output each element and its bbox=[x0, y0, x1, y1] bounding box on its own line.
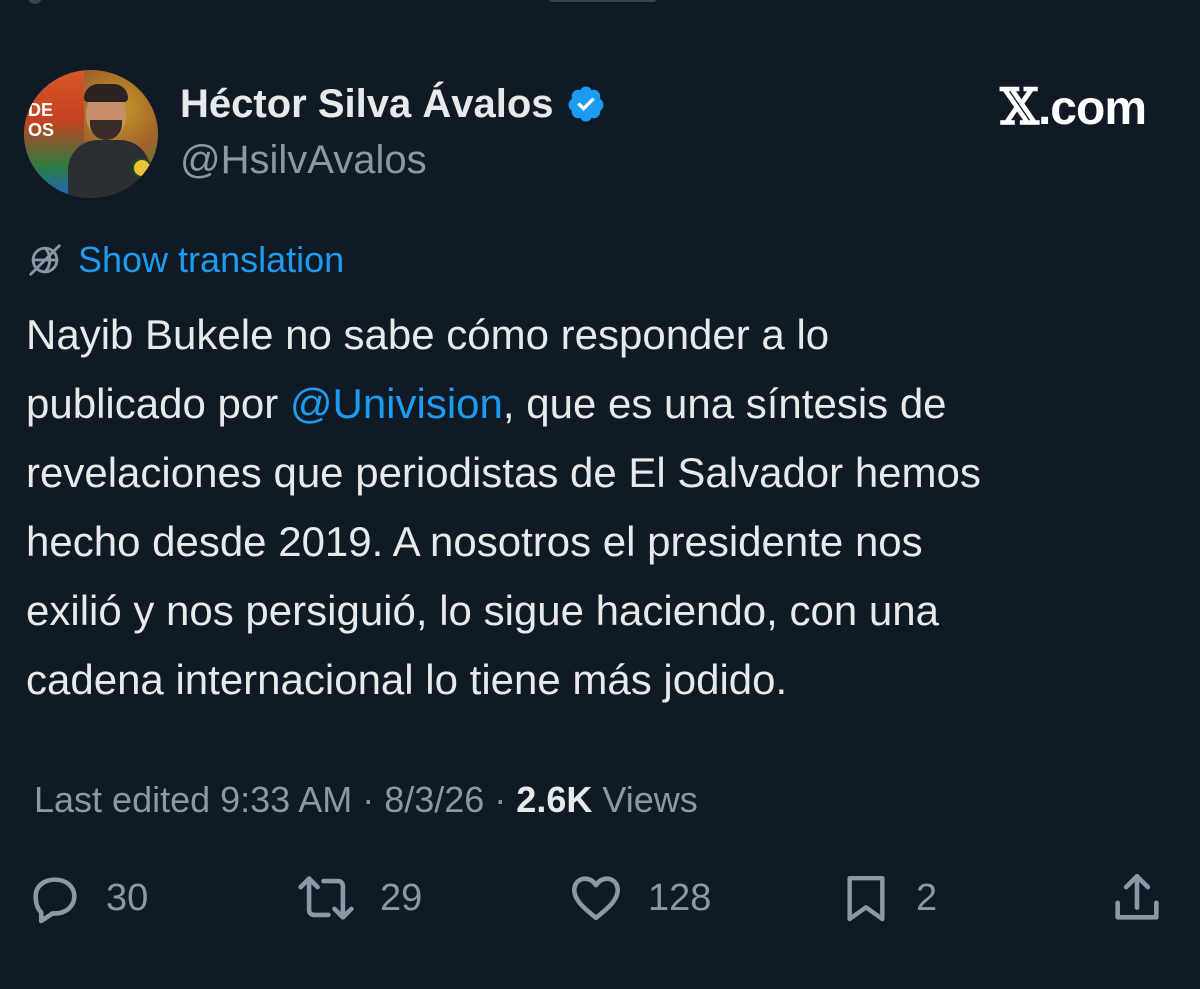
like-count: 128 bbox=[648, 877, 712, 919]
reply-button[interactable]: 30 bbox=[26, 866, 148, 930]
x-logo-icon: 𝕏 bbox=[1000, 77, 1039, 136]
repost-button[interactable]: 29 bbox=[294, 866, 422, 930]
globe-slash-icon bbox=[29, 244, 61, 276]
x-domain-suffix: .com bbox=[1037, 82, 1147, 135]
x-com-watermark: 𝕏.com bbox=[1000, 77, 1147, 136]
previous-text-fragment bbox=[548, 0, 658, 2]
avatar-banner-text: DE OS bbox=[28, 100, 55, 140]
views-label: Views bbox=[592, 779, 698, 820]
author-display-name[interactable]: Héctor Silva Ávalos bbox=[180, 80, 554, 128]
action-bar: 30 29 128 2 bbox=[0, 866, 1200, 930]
previous-icon-fragment bbox=[28, 0, 42, 4]
mention-link[interactable]: @Univision bbox=[290, 380, 503, 427]
repost-count: 29 bbox=[380, 877, 423, 919]
bookmark-button[interactable]: 2 bbox=[838, 866, 937, 930]
previous-content-edge bbox=[0, 0, 1200, 6]
avatar[interactable]: DE OS bbox=[24, 70, 158, 198]
tweet-text: Nayib Bukele no sabe cómo responder a lo… bbox=[26, 300, 1176, 714]
bookmark-icon bbox=[847, 875, 885, 922]
avatar-person bbox=[68, 84, 150, 198]
author-name-row[interactable]: Héctor Silva Ávalos bbox=[180, 80, 606, 128]
share-icon bbox=[1115, 873, 1159, 920]
bookmark-count: 2 bbox=[916, 877, 938, 919]
avatar-badge bbox=[132, 158, 152, 178]
tweet-line-2-start: publicado por bbox=[26, 380, 290, 427]
tweet-line-3: revelaciones que periodistas de El Salva… bbox=[26, 449, 981, 496]
tweet-line-6: cadena internacional lo tiene más jodido… bbox=[26, 656, 788, 703]
edited-timestamp[interactable]: Last edited 9:33 AM · 8/3/26 · bbox=[34, 779, 516, 820]
tweet-line-2: publicado por @Univision, que es una sín… bbox=[26, 369, 1176, 438]
share-button[interactable] bbox=[1108, 866, 1166, 930]
verified-badge-icon bbox=[568, 86, 603, 122]
reply-icon bbox=[33, 877, 77, 924]
heart-icon bbox=[571, 876, 621, 921]
tweet-line-1: Nayib Bukele no sabe cómo responder a lo bbox=[26, 311, 830, 358]
tweet-meta: Last edited 9:33 AM · 8/3/26 · 2.6K View… bbox=[34, 776, 698, 824]
tweet-line-5: exilió y nos persiguió, lo sigue haciend… bbox=[26, 587, 939, 634]
like-button[interactable]: 128 bbox=[566, 866, 711, 930]
reply-count: 30 bbox=[106, 877, 149, 919]
author-handle[interactable]: @HsilvAvalos bbox=[180, 136, 427, 184]
tweet-line-2-end: , que es una síntesis de bbox=[502, 380, 947, 427]
repost-icon bbox=[298, 876, 354, 920]
views-count: 2.6K bbox=[516, 779, 593, 820]
tweet-line-4: hecho desde 2019. A nosotros el presiden… bbox=[26, 518, 923, 565]
translation-row[interactable]: Show translation bbox=[26, 238, 344, 282]
show-translation-link[interactable]: Show translation bbox=[78, 238, 344, 282]
